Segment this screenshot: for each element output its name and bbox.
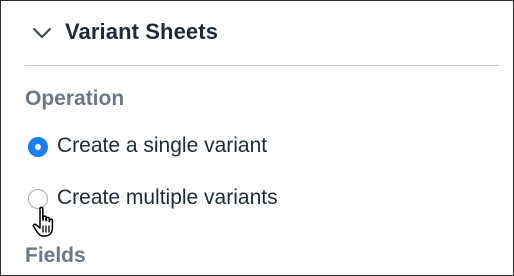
radio-label-single-variant[interactable]: Create a single variant: [57, 134, 267, 158]
radio-option-single-variant[interactable]: Create a single variant: [25, 132, 425, 162]
radio-label-multiple-variants[interactable]: Create multiple variants: [57, 186, 278, 210]
radio-option-multiple-variants[interactable]: Create multiple variants: [25, 184, 425, 214]
divider: [25, 65, 499, 66]
fields-section-label: Fields: [25, 244, 86, 267]
chevron-down-icon[interactable]: [32, 26, 52, 40]
panel-header[interactable]: Variant Sheets: [1, 1, 513, 65]
panel-title: Variant Sheets: [65, 19, 219, 44]
radio-button-single-variant[interactable]: [28, 137, 48, 157]
operation-section-label: Operation: [25, 87, 125, 110]
radio-button-multiple-variants[interactable]: [28, 189, 48, 209]
variant-sheets-panel: Variant Sheets Operation Create a single…: [0, 0, 514, 276]
